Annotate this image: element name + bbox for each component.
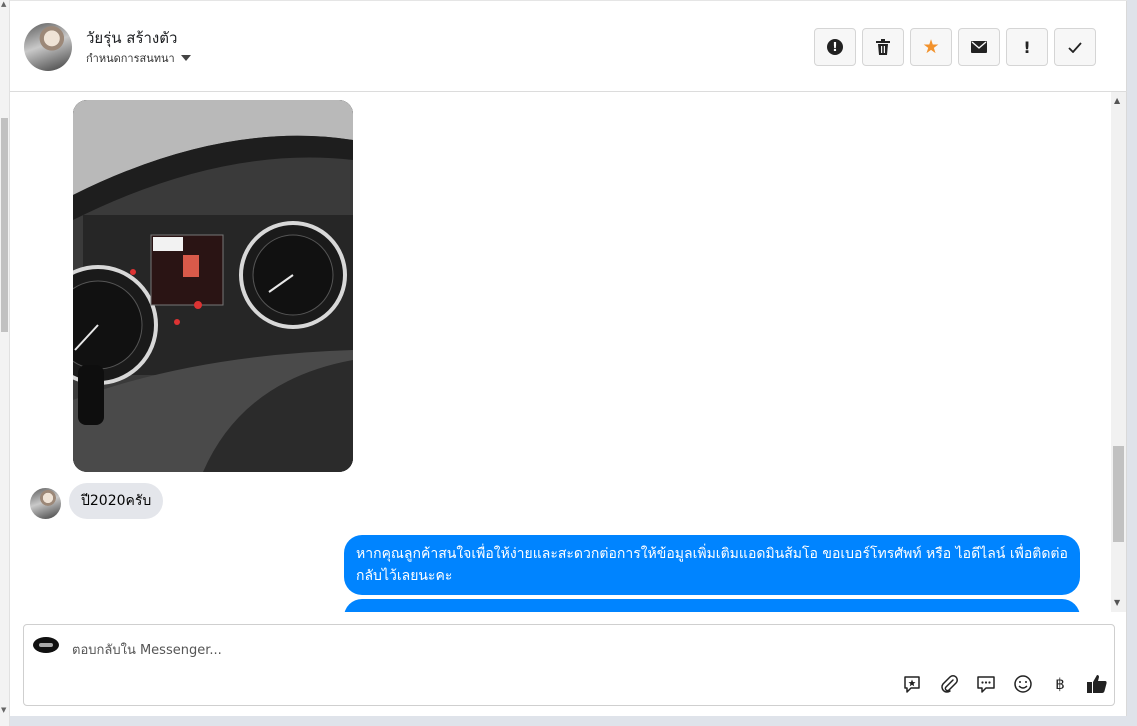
chat-icon: [977, 676, 995, 693]
trash-icon: [876, 39, 890, 55]
check-icon: [1068, 41, 1082, 53]
mark-done-button[interactable]: [1054, 28, 1096, 66]
outgoing-message-bubble: หากคุณลูกค้าสนใจเพื่อให้ง่ายและสะดวกต่อก…: [344, 535, 1080, 595]
mail-icon: [971, 41, 987, 53]
car-dashboard-photo[interactable]: [73, 100, 353, 472]
send-like-button[interactable]: [1085, 673, 1109, 695]
baht-icon: ฿: [1055, 675, 1065, 693]
thread-scrollbar-thumb[interactable]: [1113, 446, 1124, 542]
caret-down-icon: [180, 55, 191, 61]
alert-icon: !: [827, 39, 843, 55]
header-actions: ! ★ !: [814, 28, 1096, 66]
conversation-header: วัยรุ่น สร้างตัว กำหนดการสนทนา ! ★ !: [10, 0, 1127, 92]
message-thread[interactable]: ปี2020ครับ หากคุณลูกค้าสนใจเพื่อให้ง่ายแ…: [10, 92, 1111, 612]
reply-input-placeholder[interactable]: ตอบกลับใน Messenger...: [72, 639, 222, 660]
exclamation-icon: !: [1023, 37, 1031, 57]
emoji-button[interactable]: [1011, 673, 1035, 695]
emoji-icon: [1014, 675, 1032, 693]
contact-avatar[interactable]: [24, 23, 72, 71]
saved-reply-icon: [904, 676, 920, 693]
reply-composer[interactable]: ตอบกลับใน Messenger... ฿: [23, 624, 1115, 706]
mark-unread-button[interactable]: [958, 28, 1000, 66]
scroll-up-arrow[interactable]: ▲: [1, 0, 6, 8]
left-scrollbar[interactable]: ▲ ▼: [0, 0, 10, 726]
attach-file-button[interactable]: [937, 673, 961, 695]
thread-scroll-down-arrow[interactable]: ▼: [1114, 599, 1120, 607]
conversation-panel: วัยรุ่น สร้างตัว กำหนดการสนทนา ! ★ ! ปี2…: [10, 0, 1127, 716]
contact-avatar-small[interactable]: [30, 488, 61, 519]
composer-tools: ฿: [900, 673, 1109, 695]
left-scrollbar-thumb[interactable]: [1, 118, 8, 332]
delete-button[interactable]: [862, 28, 904, 66]
schedule-label: กำหนดการสนทนา: [86, 52, 175, 65]
star-icon: ★: [922, 36, 940, 58]
contact-name[interactable]: วัยรุ่น สร้างตัว: [86, 26, 177, 50]
thread-scroll-up-arrow[interactable]: ▲: [1114, 97, 1120, 105]
page-logo-icon: [33, 637, 59, 653]
scroll-down-arrow[interactable]: ▼: [1, 706, 6, 714]
saved-reply-button[interactable]: [900, 673, 924, 695]
mark-important-button[interactable]: !: [1006, 28, 1048, 66]
quick-reply-button[interactable]: [974, 673, 998, 695]
star-button[interactable]: ★: [910, 28, 952, 66]
payment-button[interactable]: ฿: [1048, 673, 1072, 695]
incoming-message-bubble: ปี2020ครับ: [69, 483, 164, 519]
dashboard-image: [73, 100, 353, 472]
outgoing-message-bubble-partial: [344, 599, 1080, 612]
attachment-icon: [941, 675, 958, 693]
mark-spam-button[interactable]: !: [814, 28, 856, 66]
thumbs-up-icon: [1087, 675, 1107, 693]
conversation-schedule-dropdown[interactable]: กำหนดการสนทนา: [86, 49, 191, 67]
